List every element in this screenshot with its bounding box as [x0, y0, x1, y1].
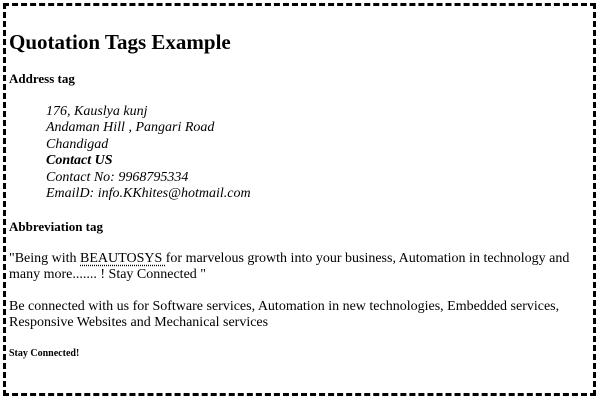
address-line-city: Chandigad	[46, 136, 109, 152]
page-title: Quotation Tags Example	[9, 30, 231, 54]
address-contact-number: Contact No: 9968795334	[46, 169, 189, 185]
services-paragraph: Be connected with us for Software servic…	[9, 299, 560, 331]
address-line-area: Andaman Hill , Pangari Road	[46, 120, 215, 136]
address-contact-us: Contact US	[46, 153, 113, 169]
abbreviation-beautosys[interactable]: BEAUTOSYS	[80, 251, 166, 266]
dashed-content-frame: Quotation Tags Example Address tag 176, …	[3, 3, 596, 396]
address-tag-heading: Address tag	[9, 71, 75, 86]
quote-prefix: "Being with	[9, 251, 81, 267]
stay-connected-note: Stay Connected!	[9, 348, 80, 360]
address-line-street: 176, Kauslya kunj	[46, 104, 148, 119]
abbreviation-tag-heading: Abbreviation tag	[9, 219, 104, 235]
address-block: 176, Kauslya kunj Andaman Hill , Pangari…	[46, 104, 590, 202]
quote-paragraph: "Being with BEAUTOSYS for marvelous grow…	[9, 251, 590, 283]
address-email: EmailD: info.KKhites@hotmail.com	[46, 186, 251, 202]
